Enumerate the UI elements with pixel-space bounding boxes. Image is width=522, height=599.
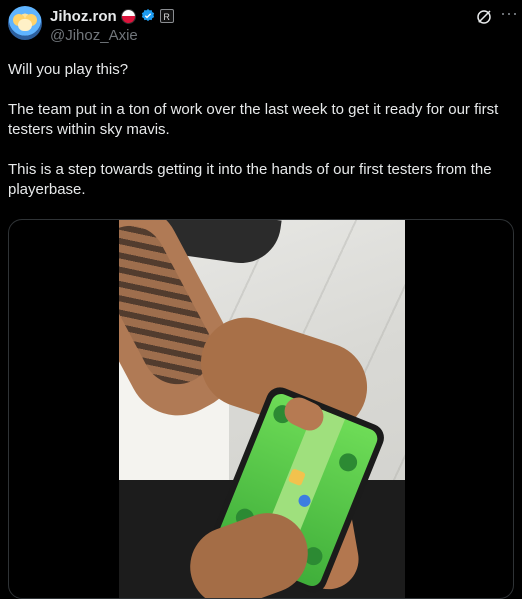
post-paragraph-1: Will you play this? (8, 61, 129, 78)
author-row: Jihoz.ron R (50, 6, 174, 26)
affiliate-badge[interactable]: R (159, 9, 174, 23)
poland-flag-icon (120, 8, 136, 24)
verified-badge-icon[interactable] (140, 8, 156, 24)
video-media[interactable] (8, 219, 514, 599)
post-text: Will you play this? The team put in a to… (8, 60, 508, 200)
post-paragraph-2: The team put in a ton of work over the l… (8, 101, 499, 138)
post-paragraph-3: This is a step towards getting it into t… (8, 161, 492, 198)
grok-icon[interactable] (475, 8, 493, 26)
video-frame[interactable] (119, 220, 405, 598)
post-header: Jihoz.ron R @Jihoz_Axie ⋯ (0, 0, 522, 52)
author-name[interactable]: Jihoz.ron (50, 8, 117, 25)
avatar-face (18, 19, 32, 31)
author-handle[interactable]: @Jihoz_Axie (50, 27, 138, 44)
avatar[interactable] (8, 6, 42, 40)
game-tree (336, 450, 360, 475)
more-icon[interactable]: ⋯ (500, 4, 518, 25)
